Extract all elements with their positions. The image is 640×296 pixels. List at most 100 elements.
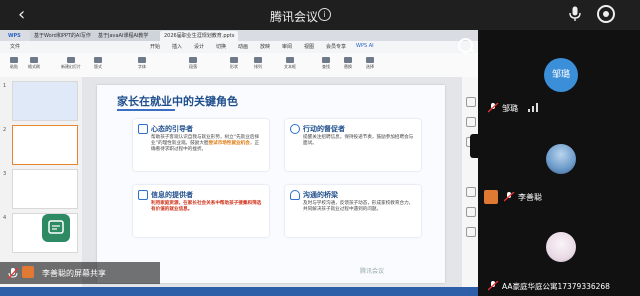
tool-icon[interactable] <box>466 207 476 217</box>
menu-item[interactable]: 审阅 <box>282 43 292 50</box>
textbox-icon <box>286 57 294 63</box>
participant-tile[interactable]: 邹璐 邹璐 <box>480 30 640 120</box>
card-heading: 信息的提供者 <box>151 191 193 199</box>
screen-share-icon <box>484 190 498 204</box>
slide-title: 家长在就业中的关键角色 <box>117 95 238 108</box>
participant-name: 李善聪 <box>518 193 542 202</box>
new-slide-button[interactable]: 新建幻灯片 <box>58 57 84 71</box>
zoom-icon[interactable] <box>458 38 473 53</box>
edit-icon <box>48 220 64 234</box>
card-body: 及时与学校沟通，反馈孩子动态，形成家校教育合力，共同解决孩子就业过程中遇到的问题… <box>303 201 414 213</box>
title-underline <box>117 109 175 111</box>
wps-logo: WPS <box>8 33 21 39</box>
slide-icon <box>67 57 75 63</box>
doc-tab[interactable]: 基于Word和PPT的AI写作 <box>30 31 96 41</box>
participant-tile[interactable]: 李善聪 <box>480 122 640 208</box>
menu-item[interactable]: 设计 <box>194 43 204 50</box>
menu-item[interactable]: 放映 <box>260 43 270 50</box>
shape-icon <box>230 57 238 63</box>
select-icon <box>366 57 374 63</box>
microphone-muted-icon <box>504 192 515 202</box>
ribbon-toolbar: 粘贴 格式刷 新建幻灯片 版式 字体 段落 形状 排列 文本框 查找 替换 选择 <box>0 53 478 78</box>
doc-tab[interactable]: 基于JavaAI课程AI教学 <box>94 31 162 41</box>
microphone-muted-icon <box>8 268 18 280</box>
record-icon[interactable] <box>597 5 615 23</box>
back-chevron-icon[interactable]: ‹ <box>18 5 25 25</box>
clock-icon <box>290 124 300 134</box>
screen-share-icon <box>22 266 34 278</box>
find-icon <box>322 57 330 63</box>
doc-tab-active[interactable]: 2026届职业生涯规划教育.pptx <box>160 31 238 41</box>
paste-button[interactable]: 粘贴 <box>6 57 22 71</box>
screen-share-label: 李善聪的屏幕共享 <box>42 269 106 278</box>
tool-icon[interactable] <box>466 187 476 197</box>
slide[interactable]: 家长在就业中的关键角色 心态的引导者 帮助孩子客观认识自我与就业形势，树立“先就… <box>97 85 445 283</box>
thumb-number: 1 <box>3 83 7 89</box>
avatar <box>546 144 576 174</box>
tool-icon[interactable] <box>466 227 476 237</box>
taskbar <box>0 287 478 296</box>
role-card: 信息的提供者 利用家庭资源，在家长社会关系中帮助孩子搜集和筛选有价值的就业信息。 <box>133 185 269 237</box>
arrange-button[interactable]: 排列 <box>250 57 266 71</box>
participant-tile[interactable]: AA豪庭华庭公寓17379336268 <box>480 212 640 296</box>
menu-item-wps-ai[interactable]: WPS AI <box>356 43 374 49</box>
shared-screen: WPS 基于Word和PPT的AI写作 基于JavaAI课程AI教学 2026届… <box>0 30 478 296</box>
thumb-number: 2 <box>3 127 7 133</box>
menu-item[interactable]: 动画 <box>238 43 248 50</box>
textbox-button[interactable]: 文本框 <box>282 57 298 71</box>
avatar <box>546 232 576 262</box>
format-painter-button[interactable]: 格式刷 <box>26 57 42 71</box>
meeting-title: 腾讯会议 <box>270 10 319 24</box>
info-icon[interactable]: i <box>318 8 331 21</box>
thumb-number: 3 <box>3 171 7 177</box>
wps-tab-bar: WPS 基于Word和PPT的AI写作 基于JavaAI课程AI教学 2026届… <box>0 30 478 41</box>
collapse-panel-handle[interactable] <box>470 134 478 158</box>
shape-button[interactable]: 形状 <box>226 57 242 71</box>
card-body: 帮助孩子客观认识自我与就业形势，树立“先就业后择业”的理性就业观。鼓励大胆尝试市… <box>151 135 260 153</box>
menu-item[interactable]: 视图 <box>304 43 314 50</box>
role-card: 沟通的桥梁 及时与学校沟通，反馈孩子动态，形成家校教育合力，共同解决孩子就业过程… <box>285 185 421 237</box>
thumb-number: 4 <box>3 215 7 221</box>
microphone-icon[interactable] <box>569 6 581 22</box>
menu-item[interactable]: 文件 <box>10 43 20 50</box>
slide-thumbnail[interactable] <box>12 169 78 209</box>
find-button[interactable]: 查找 <box>318 57 334 71</box>
card-body: 利用家庭资源，在家长社会关系中帮助孩子搜集和筛选有价值的就业信息。 <box>151 201 262 213</box>
whiteboard-icon[interactable] <box>42 214 70 242</box>
menu-item[interactable]: 切换 <box>216 43 226 50</box>
avatar: 邹璐 <box>544 58 578 92</box>
menu-item[interactable]: 插入 <box>172 43 182 50</box>
slide-thumbnail-active[interactable] <box>12 125 78 165</box>
card-body: 提醒关注招聘信息，保持投递节奏，鼓励参加招聘会与面试。 <box>303 135 414 147</box>
replace-icon <box>344 57 352 63</box>
font-button[interactable]: 字体 <box>122 57 162 71</box>
microphone-muted-icon <box>488 281 499 291</box>
participant-name: AA豪庭华庭公寓17379336268 <box>502 282 610 291</box>
tool-icon[interactable] <box>466 97 476 107</box>
role-card: 心态的引导者 帮助孩子客观认识自我与就业形势，树立“先就业后择业”的理性就业观。… <box>133 119 269 171</box>
card-heading: 沟通的桥梁 <box>303 191 338 199</box>
right-toolbar <box>462 77 478 296</box>
replace-button[interactable]: 替换 <box>340 57 356 71</box>
menu-item[interactable]: 会员专享 <box>326 43 346 50</box>
paragraph-button[interactable]: 段落 <box>178 57 208 71</box>
slide-thumbnail[interactable] <box>12 81 78 121</box>
menu-item[interactable]: 开始 <box>150 43 160 50</box>
role-card: 行动的督促者 提醒关注招聘信息，保持投递节奏，鼓励参加招聘会与面试。 <box>285 119 421 171</box>
microphone-muted-icon <box>488 103 499 113</box>
person-icon <box>138 124 148 134</box>
brush-icon <box>30 57 38 63</box>
layout-icon <box>94 57 102 63</box>
select-button[interactable]: 选择 <box>362 57 378 71</box>
watermark: 腾讯会议 <box>360 268 385 275</box>
card-heading: 心态的引导者 <box>151 125 193 133</box>
arrange-icon <box>254 57 262 63</box>
card-heading: 行动的督促者 <box>303 125 345 133</box>
participant-name: 邹璐 <box>502 104 518 113</box>
tool-icon[interactable] <box>466 117 476 127</box>
signal-icon <box>528 103 538 112</box>
document-icon <box>138 190 148 200</box>
font-icon <box>138 57 146 63</box>
layout-button[interactable]: 版式 <box>90 57 106 71</box>
bridge-icon <box>290 190 300 200</box>
